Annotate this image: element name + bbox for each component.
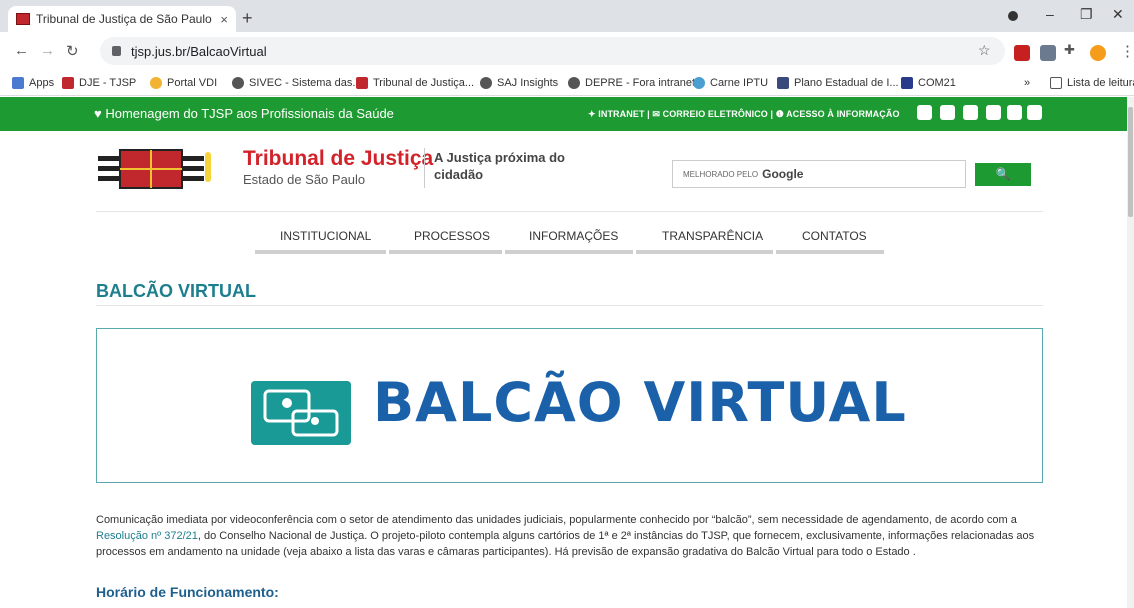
tjsp-icon [356,77,368,89]
url-text: tjsp.jus.br/BalcaoVirtual [131,43,267,59]
youtube-icon[interactable] [963,105,978,120]
bookmark-item[interactable]: COM21 [901,77,956,89]
bookmark-item[interactable]: DJE - TJSP [62,77,136,89]
nav-transparencia[interactable]: TRANSPARÊNCIA [662,229,763,243]
globe-icon [568,77,580,89]
globe-icon [232,77,244,89]
instagram-icon[interactable] [1027,105,1042,120]
tjsp-favicon-icon [16,13,30,25]
tab-strip: Tribunal de Justiça de São Paulo × + – ❐… [0,0,1134,32]
resolucao-link[interactable]: Resolução nº 372/21 [96,530,198,542]
page-title: BALCÃO VIRTUAL [96,281,256,301]
intro-paragraph: Comunicação imediata por videoconferênci… [96,514,1035,558]
flipboard-icon[interactable] [1007,105,1022,120]
flickr-icon[interactable] [986,105,1001,120]
nav-underline [389,250,502,254]
site-subtitle: Estado de São Paulo [243,172,366,187]
nav-processos[interactable]: PROCESSOS [414,229,490,243]
homage-link[interactable]: ♥ Homenagem do TJSP aos Profissionais da… [94,106,394,121]
new-tab-button[interactable]: + [242,8,253,29]
header-divider [424,148,425,188]
bookmarks-bar: Apps DJE - TJSP Portal VDI SIVEC - Siste… [0,72,1134,96]
site-title[interactable]: Tribunal de Justiça [243,147,433,171]
more-bookmarks-button[interactable]: » [1024,77,1030,89]
nav-informacoes[interactable]: INFORMAÇÕES [529,229,618,243]
reading-list-icon [1050,77,1062,89]
scrollbar-thumb[interactable] [1128,107,1133,217]
banner-text: BALCÃO VIRTUAL [373,371,907,434]
menu-icon[interactable]: ⋮ [1120,42,1134,60]
nav-underline [505,250,633,254]
nav-contatos[interactable]: CONTATOS [802,229,867,243]
bookmark-item[interactable]: SAJ Insights [480,77,558,89]
scrollbar[interactable] [1127,97,1134,608]
hours-heading: Horário de Funcionamento: [96,584,279,600]
bookmark-item[interactable]: Tribunal de Justiça... [356,77,474,89]
tab-title: Tribunal de Justiça de São Paulo [36,12,212,26]
nav-underline [776,250,884,254]
minimize-button[interactable]: – [1046,6,1054,22]
com21-icon [901,77,913,89]
tab-close-icon[interactable]: × [220,12,228,27]
extension-icon[interactable] [1040,45,1056,61]
browser-tab[interactable]: Tribunal de Justiça de São Paulo × [8,6,236,32]
bookmark-item[interactable]: Portal VDI [150,77,217,89]
divider [96,305,1043,306]
bookmark-item[interactable]: Plano Estadual de I... [777,77,899,89]
profile-avatar[interactable] [1090,45,1106,61]
bookmark-item[interactable]: SIVEC - Sistema das... [232,77,361,89]
bookmark-item[interactable]: Carne IPTU [693,77,768,89]
address-bar[interactable]: tjsp.jus.br/BalcaoVirtual [100,37,1005,65]
globe-icon [480,77,492,89]
reload-icon[interactable]: ↻ [66,42,79,60]
lock-icon [112,46,121,56]
star-icon[interactable]: ☆ [978,42,991,59]
close-window-button[interactable]: ✕ [1112,6,1124,23]
twitter-icon[interactable] [917,105,932,120]
bookmark-apps[interactable]: Apps [12,77,54,89]
vdi-icon [150,77,162,89]
iptu-icon [693,77,705,89]
google-brand: Google [762,167,804,181]
pdf-extension-icon[interactable] [1014,45,1030,61]
site-motto: A Justiça próxima do cidadão [434,150,565,182]
tjsp-icon [62,77,74,89]
tjsp-logo[interactable] [98,142,218,202]
nav-underline [636,250,773,254]
video-chat-icon [251,381,351,445]
apps-grid-icon [12,77,24,89]
facebook-icon[interactable] [940,105,955,120]
top-banner: ♥ Homenagem do TJSP aos Profissionais da… [0,97,1134,131]
divider [96,211,1043,212]
search-input[interactable]: MELHORADO PELO Google [672,160,966,188]
top-links[interactable]: ✦ INTRANET | ✉ CORREIO ELETRÔNICO | ❶ AC… [588,109,900,120]
bookmark-item[interactable]: DEPRE - Fora intranet [568,77,695,89]
forward-icon[interactable]: → [40,42,55,59]
document-icon [777,77,789,89]
restore-button[interactable]: ❐ [1080,6,1093,23]
puzzle-icon[interactable]: ✚ [1064,42,1075,58]
search-button[interactable]: 🔍 [975,163,1031,186]
record-indicator-icon [1008,11,1018,21]
back-icon[interactable]: ← [14,42,29,59]
reading-list-button[interactable]: Lista de leitura [1050,77,1134,89]
nav-underline [255,250,386,254]
balcao-virtual-banner: BALCÃO VIRTUAL [96,328,1043,483]
search-prefix: MELHORADO PELO [683,169,759,179]
nav-institucional[interactable]: INSTITUCIONAL [280,229,371,243]
